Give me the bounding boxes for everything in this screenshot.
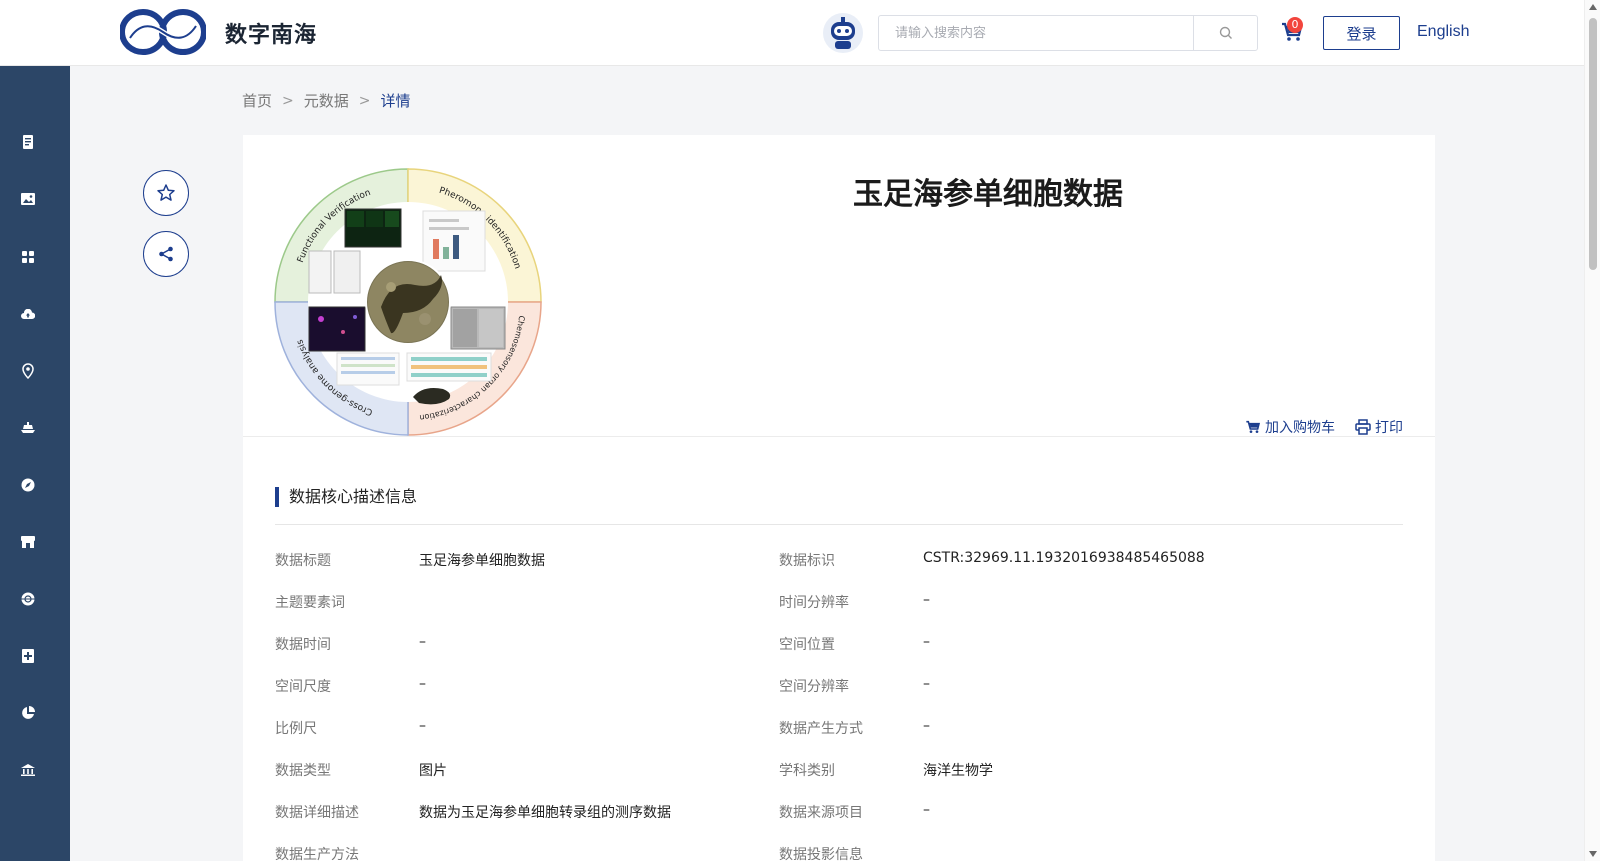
info-label: 数据详细描述 (275, 805, 359, 821)
info-value: CSTR:32969.11.1932016938485465088 (923, 550, 1205, 566)
info-label: 数据投影信息 (779, 847, 863, 861)
site-name: 数字南海 (225, 23, 318, 48)
share-button[interactable] (143, 231, 189, 277)
globe-icon[interactable] (20, 591, 36, 607)
info-label: 主题要素词 (275, 595, 345, 611)
info-value: 海洋生物学 (923, 763, 993, 779)
info-row: 比例尺 – 数据产生方式 – (275, 718, 1403, 760)
search-icon (1219, 26, 1232, 39)
sidebar (0, 66, 70, 861)
section-title: 数据核心描述信息 (275, 487, 417, 507)
star-icon (157, 184, 175, 201)
store-icon[interactable] (20, 534, 36, 550)
info-row: 数据时间 – 空间位置 – (275, 634, 1403, 676)
dataset-detail-card: Functional Verification Pheromone identi… (243, 135, 1435, 861)
info-label: 数据类型 (275, 763, 331, 779)
dataset-title: 玉足海参单细胞数据 (853, 177, 1123, 212)
info-label: 空间尺度 (275, 679, 331, 695)
info-value: 图片 (419, 763, 447, 779)
info-value: – (923, 592, 930, 608)
info-value: – (923, 634, 930, 650)
info-row: 主题要素词 时间分辨率 – (275, 592, 1403, 634)
ship-icon[interactable] (20, 420, 36, 436)
info-label: 空间位置 (779, 637, 835, 653)
building-icon[interactable] (20, 762, 36, 778)
language-switch-link[interactable]: English (1417, 23, 1469, 41)
info-label: 数据来源项目 (779, 805, 863, 821)
search-input[interactable] (879, 16, 1193, 50)
info-label: 数据标识 (779, 553, 835, 569)
document-icon[interactable] (20, 134, 36, 150)
info-value: 玉足海参单细胞数据 (419, 553, 545, 569)
cart-count-badge: 0 (1287, 17, 1303, 33)
grid-icon[interactable] (20, 249, 36, 265)
info-label: 数据时间 (275, 637, 331, 653)
info-value: – (419, 718, 426, 734)
info-row: 数据类型 图片 学科类别 海洋生物学 (275, 760, 1403, 802)
dataset-cover-figure[interactable]: Functional Verification Pheromone identi… (273, 167, 543, 437)
info-row: 空间尺度 – 空间分辨率 – (275, 676, 1403, 718)
breadcrumb-metadata[interactable]: 元数据 (304, 90, 349, 111)
info-row: 数据详细描述 数据为玉足海参单细胞转录组的测序数据 数据来源项目 – (275, 802, 1403, 844)
scroll-down-arrow-icon[interactable] (1589, 851, 1597, 857)
plus-square-icon[interactable] (20, 648, 36, 664)
info-label: 数据产生方式 (779, 721, 863, 737)
favorite-button[interactable] (143, 170, 189, 216)
breadcrumb-home[interactable]: 首页 (242, 90, 272, 111)
share-icon (159, 246, 173, 262)
info-value: – (923, 802, 930, 818)
cloud-upload-icon[interactable] (20, 306, 36, 322)
printer-icon (1355, 419, 1371, 435)
section-divider (275, 524, 1403, 525)
site-logo[interactable] (120, 8, 206, 56)
info-label: 数据生产方法 (275, 847, 359, 861)
info-label: 学科类别 (779, 763, 835, 779)
info-value: – (419, 634, 426, 650)
info-grid: 数据标题 玉足海参单细胞数据 数据标识 CSTR:32969.11.193201… (275, 550, 1403, 861)
hero-actions: 加入购物车 打印 (1245, 417, 1403, 437)
info-label: 时间分辨率 (779, 595, 849, 611)
info-value: – (923, 676, 930, 692)
dataset-hero: Functional Verification Pheromone identi… (243, 135, 1435, 437)
info-row: 数据标题 玉足海参单细胞数据 数据标识 CSTR:32969.11.193201… (275, 550, 1403, 592)
info-row: 数据生产方法 数据投影信息 (275, 844, 1403, 861)
compass-icon[interactable] (20, 477, 36, 493)
breadcrumb-current: 详情 (380, 92, 411, 110)
top-header: 数字南海 0 登录 English (0, 0, 1584, 66)
info-label: 空间分辨率 (779, 679, 849, 695)
info-value: – (419, 676, 426, 692)
scroll-up-arrow-icon[interactable] (1589, 4, 1597, 10)
cart-icon (1246, 420, 1261, 433)
info-label: 比例尺 (275, 721, 317, 737)
page-scrollbar[interactable] (1584, 0, 1600, 861)
scrollbar-thumb[interactable] (1589, 18, 1597, 270)
location-pin-icon[interactable] (20, 363, 36, 379)
print-label: 打印 (1375, 420, 1403, 436)
info-value: – (923, 718, 930, 734)
breadcrumb: 首页 > 元数据 > 详情 (242, 90, 411, 111)
info-value: 数据为玉足海参单细胞转录组的测序数据 (419, 805, 671, 821)
robot-assistant-icon[interactable] (822, 12, 864, 54)
chevron-right-icon: > (282, 92, 294, 109)
search-button[interactable] (1193, 16, 1257, 50)
print-button[interactable]: 打印 (1355, 417, 1403, 437)
chevron-right-icon: > (358, 92, 371, 109)
search-box (878, 15, 1258, 51)
info-label: 数据标题 (275, 553, 331, 569)
login-button[interactable]: 登录 (1323, 16, 1400, 50)
pie-chart-icon[interactable] (20, 705, 36, 721)
add-to-cart-label: 加入购物车 (1265, 420, 1335, 436)
image-icon[interactable] (20, 191, 36, 207)
add-to-cart-button[interactable]: 加入购物车 (1245, 417, 1335, 437)
